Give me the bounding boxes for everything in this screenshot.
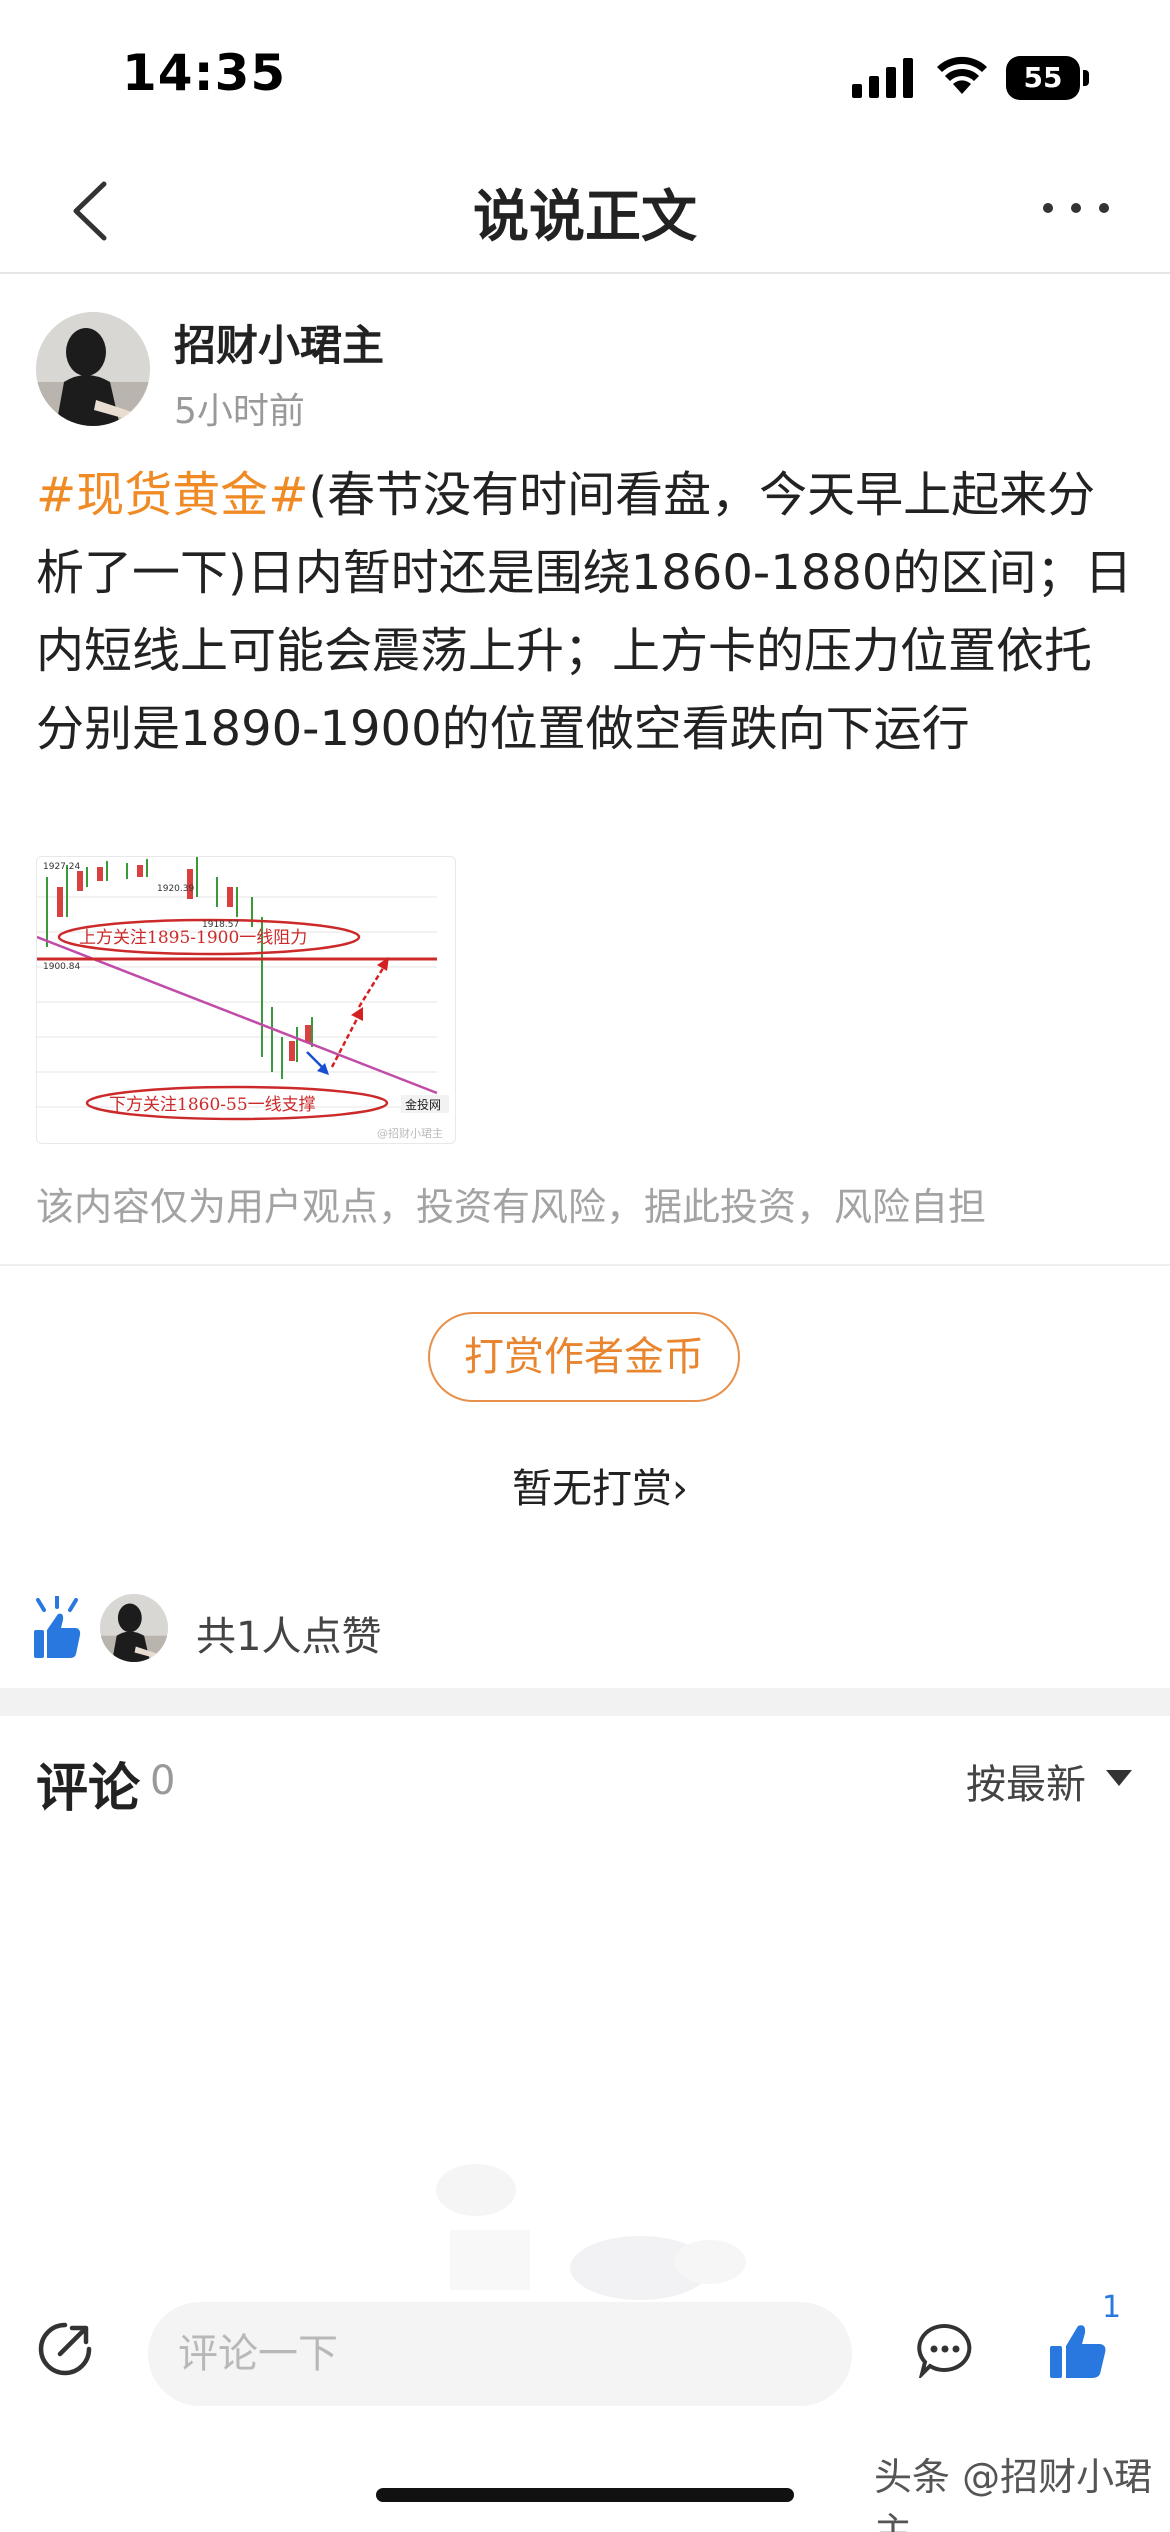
- status-time: 14:35: [122, 44, 287, 102]
- risk-disclaimer: 该内容仅为用户观点，投资有风险，据此投资，风险自担: [36, 1185, 987, 1229]
- more-icon[interactable]: [1040, 196, 1112, 220]
- tip-author-button[interactable]: 打赏作者金币: [428, 1312, 740, 1402]
- chart-label-bottom: 下方关注1860-55一线支撑: [109, 1095, 316, 1115]
- comment-bubble-icon[interactable]: [916, 2322, 974, 2378]
- post-body: #现货黄金#(春节没有时间看盘，今天早上起来分析了一下)日内暂时还是围绕1860…: [36, 456, 1136, 768]
- price-label-1: 1927.24: [43, 862, 80, 872]
- chevron-right-icon: ›: [672, 1466, 688, 1512]
- like-count-badge: 1: [1102, 2290, 1122, 2325]
- battery-tip: [1083, 70, 1089, 86]
- post-image[interactable]: 上方关注1895-1900一线阻力 下方关注1860-55一线支撑 1927.2…: [36, 856, 456, 1144]
- chart-photo: 上方关注1895-1900一线阻力 下方关注1860-55一线支撑 1927.2…: [37, 857, 455, 1143]
- post-time: 5小时前: [174, 391, 305, 432]
- author-avatar[interactable]: [36, 312, 150, 426]
- divider: [0, 1264, 1170, 1266]
- no-tip-link[interactable]: 暂无打赏›: [0, 1456, 1170, 1514]
- sort-dropdown[interactable]: 按最新: [966, 1752, 1086, 1810]
- comment-input[interactable]: [148, 2302, 852, 2406]
- empty-state-icon: [436, 2164, 746, 2300]
- nav-bar: 说说正文: [0, 150, 1170, 274]
- price-label-3: 1918.57: [202, 920, 239, 930]
- avatar-image: [36, 312, 150, 426]
- status-bar: 14:35 55: [0, 0, 1170, 150]
- site-mark: 金投网: [405, 1097, 441, 1112]
- source-mark: @招财小珺主: [377, 1126, 443, 1140]
- liker-avatar-image: [100, 1594, 168, 1662]
- comments-count: 0: [150, 1758, 176, 1804]
- liker-avatar[interactable]: [100, 1594, 168, 1662]
- author-name[interactable]: 招财小珺主: [174, 312, 384, 373]
- price-label-2: 1920.39: [157, 884, 194, 894]
- likes-count-text[interactable]: 共1人点赞: [196, 1604, 381, 1662]
- signal-icon: [852, 58, 913, 98]
- hashtag-link[interactable]: #现货黄金#: [36, 467, 308, 523]
- battery-level: 55: [1006, 56, 1080, 100]
- share-icon[interactable]: [36, 2320, 94, 2378]
- section-separator: [0, 1688, 1170, 1716]
- no-tip-text: 暂无打赏: [512, 1466, 672, 1512]
- comments-title: 评论: [36, 1759, 141, 1819]
- watermark: 头条 @招财小珺主: [874, 2455, 1153, 2532]
- thumb-up-icon[interactable]: [1048, 2320, 1108, 2380]
- chart-label-top: 上方关注1895-1900一线阻力: [79, 928, 307, 948]
- like-icon: [34, 1596, 81, 1658]
- price-label-4: 1900.84: [43, 962, 80, 972]
- sort-arrow-icon[interactable]: [1104, 1768, 1134, 1788]
- wifi-icon: [937, 56, 987, 94]
- home-indicator[interactable]: [376, 2488, 794, 2502]
- battery-indicator: 55: [1006, 56, 1090, 100]
- page-title: 说说正文: [473, 185, 697, 250]
